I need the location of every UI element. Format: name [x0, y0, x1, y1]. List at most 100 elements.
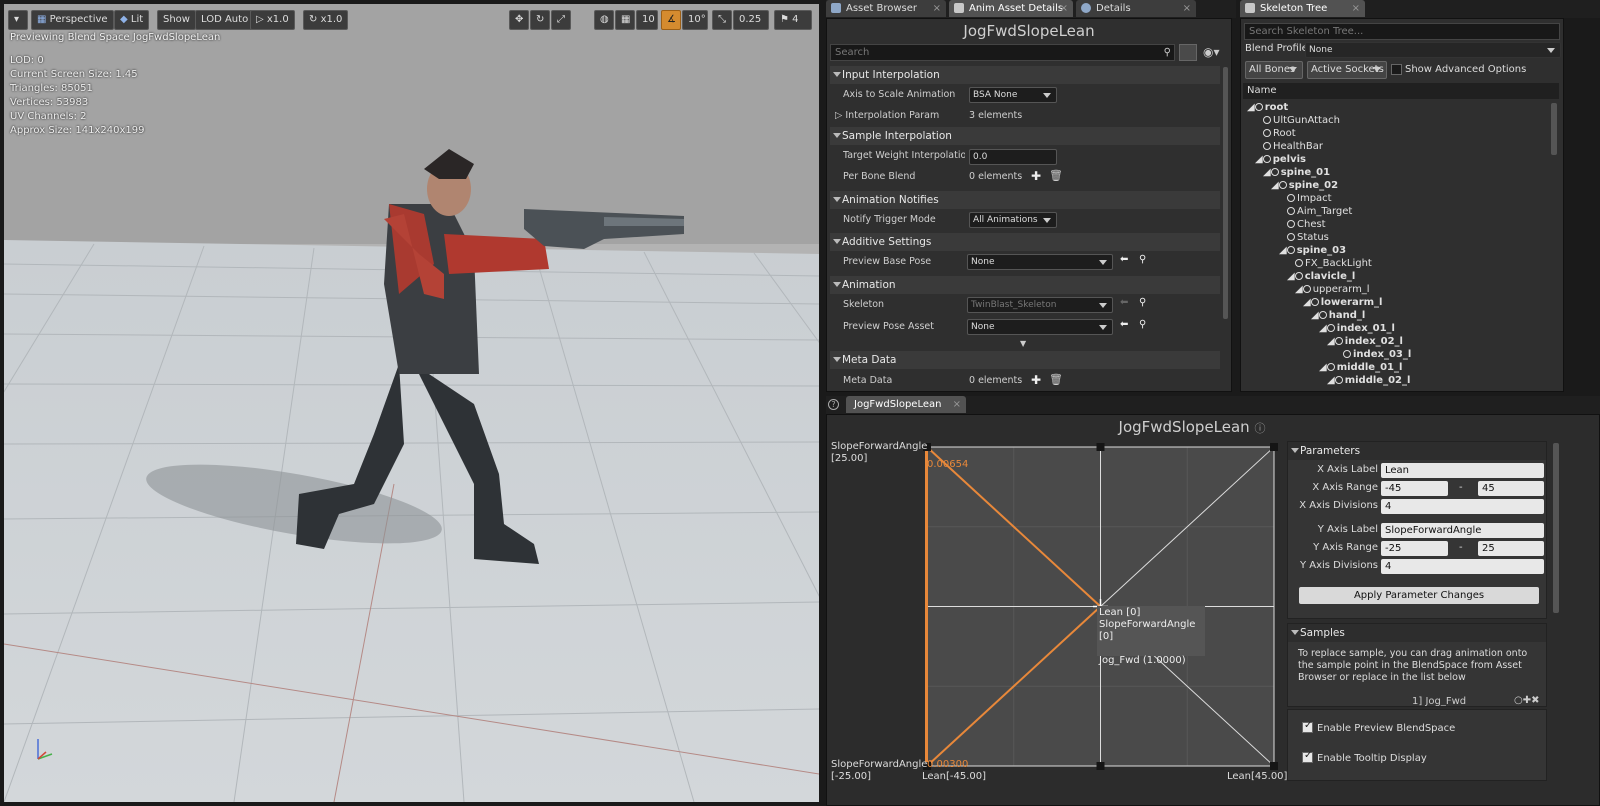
- notify-trigger-dropdown[interactable]: All Animations: [969, 212, 1057, 228]
- y-range-max-input[interactable]: 25: [1478, 541, 1544, 556]
- tree-item-bone[interactable]: ◢ spine_02: [1271, 179, 1338, 192]
- tree-item-bone[interactable]: ◢ lowerarm_l: [1303, 296, 1382, 309]
- rotation-snap-value[interactable]: 10°: [682, 10, 708, 30]
- rotation-snap-icon[interactable]: ∡: [661, 10, 681, 30]
- target-weight-input[interactable]: 0.0: [969, 149, 1057, 165]
- tree-item-bone[interactable]: ◢ spine_03: [1279, 244, 1346, 257]
- help-icon[interactable]: ?: [828, 399, 839, 410]
- grid-snap-icon[interactable]: ▦: [615, 10, 635, 30]
- browse-icon[interactable]: ⚲: [1139, 297, 1146, 308]
- property-matrix-icon[interactable]: [1179, 44, 1197, 61]
- parameters-header[interactable]: Parameters: [1288, 442, 1546, 460]
- preview-base-pose-dropdown[interactable]: None: [967, 254, 1113, 270]
- apply-parameter-changes-button[interactable]: Apply Parameter Changes: [1299, 587, 1539, 604]
- tree-item-bone[interactable]: ◢ index_02_l: [1327, 335, 1403, 348]
- close-icon[interactable]: ×: [1060, 0, 1068, 17]
- y-range-min-input[interactable]: -25: [1381, 541, 1448, 556]
- tree-item-root[interactable]: ◢ root: [1247, 101, 1288, 114]
- scale-snap-icon[interactable]: ⤡: [712, 10, 732, 30]
- name-column-header[interactable]: Name: [1243, 83, 1559, 99]
- close-icon[interactable]: ×: [933, 0, 941, 17]
- trash-icon[interactable]: 🗑: [1049, 169, 1063, 182]
- use-selected-icon[interactable]: ⬅: [1120, 254, 1128, 265]
- skeleton-search-input[interactable]: Search Skeleton Tree...: [1244, 23, 1560, 40]
- tree-item-socket[interactable]: Impact: [1287, 192, 1332, 205]
- tree-item-bone[interactable]: ◢ pelvis: [1255, 153, 1306, 166]
- blendspace-sidebar-scrollbar[interactable]: [1553, 443, 1559, 613]
- tree-item-bone[interactable]: index_03_l: [1343, 348, 1411, 361]
- use-selected-icon[interactable]: ⬅: [1120, 319, 1128, 330]
- tree-item-bone[interactable]: ◢ clavicle_l: [1287, 270, 1355, 283]
- add-icon[interactable]: ✚: [1031, 373, 1041, 387]
- scale-mode-icon[interactable]: ⤢: [551, 10, 571, 30]
- playback-speed-button[interactable]: ▷ x1.0: [250, 10, 295, 30]
- scale-snap-value[interactable]: 0.25: [733, 10, 769, 30]
- viewport-options-button[interactable]: ▾: [8, 10, 28, 30]
- help-icon[interactable]: ⓘ: [1254, 422, 1265, 435]
- sample-actions-icon[interactable]: ○✚✖: [1514, 695, 1539, 706]
- enable-tooltip-checkbox[interactable]: [1302, 750, 1313, 763]
- category-sample-interpolation[interactable]: Sample Interpolation: [830, 127, 1220, 145]
- tree-item-bone[interactable]: ◢ spine_01: [1263, 166, 1330, 179]
- lod-button[interactable]: LOD Auto: [195, 10, 255, 30]
- tree-item-socket[interactable]: HealthBar: [1263, 140, 1323, 153]
- tree-item-socket[interactable]: FX_BackLight: [1295, 257, 1372, 270]
- tree-item-bone[interactable]: ◢ upperarm_l: [1295, 283, 1370, 296]
- browse-icon[interactable]: ⚲: [1139, 254, 1146, 265]
- close-icon[interactable]: ×: [953, 396, 961, 413]
- tree-item-socket[interactable]: Chest: [1287, 218, 1326, 231]
- tab-blendspace[interactable]: JogFwdSlopeLean ×: [846, 396, 966, 413]
- trash-icon[interactable]: 🗑: [1049, 373, 1063, 386]
- browse-icon[interactable]: ⚲: [1139, 319, 1146, 330]
- x-range-min-input[interactable]: -45: [1381, 481, 1448, 496]
- category-animation-notifies[interactable]: Animation Notifies: [830, 191, 1220, 209]
- tree-item-socket[interactable]: Aim_Target: [1287, 205, 1352, 218]
- expand-arrow-icon[interactable]: ▷: [835, 110, 845, 121]
- skeleton-scrollbar[interactable]: [1551, 103, 1557, 155]
- sample-item[interactable]: 1] Jog_Fwd: [1412, 696, 1466, 706]
- translate-mode-icon[interactable]: ✥: [509, 10, 529, 30]
- close-icon[interactable]: ×: [1183, 0, 1191, 17]
- category-animation[interactable]: Animation: [830, 276, 1220, 294]
- expand-more-icon[interactable]: ▼: [1020, 339, 1026, 348]
- tree-item-bone[interactable]: ◢ middle_02_l: [1327, 374, 1410, 387]
- active-sockets-dropdown[interactable]: Active Sockets: [1307, 61, 1387, 79]
- tree-item-bone[interactable]: ◢ hand_l: [1311, 309, 1365, 322]
- grid-snap-value[interactable]: 10: [636, 10, 658, 30]
- add-icon[interactable]: ✚: [1031, 169, 1041, 183]
- details-scrollbar[interactable]: [1223, 67, 1228, 319]
- enable-preview-checkbox[interactable]: [1302, 720, 1313, 733]
- y-axis-label-input[interactable]: SlopeForwardAngle: [1381, 523, 1544, 538]
- perspective-button[interactable]: ▦ Perspective: [31, 10, 114, 30]
- tree-item-bone[interactable]: ◢ middle_01_l: [1319, 361, 1402, 374]
- show-button[interactable]: Show: [157, 10, 196, 30]
- rotate-mode-icon[interactable]: ↻: [530, 10, 550, 30]
- axis-to-scale-dropdown[interactable]: BSA None: [969, 87, 1057, 103]
- tree-item-bone[interactable]: ◢ index_01_l: [1319, 322, 1395, 335]
- close-icon[interactable]: ×: [1352, 0, 1360, 17]
- preview-pose-asset-dropdown[interactable]: None: [967, 319, 1113, 335]
- x-axis-label-input[interactable]: Lean: [1381, 463, 1544, 478]
- tree-item-socket[interactable]: Root: [1263, 127, 1296, 140]
- turntable-speed-button[interactable]: ↻ x1.0: [303, 10, 349, 30]
- blendspace-grid[interactable]: [827, 441, 1287, 791]
- x-divisions-input[interactable]: 4: [1381, 499, 1544, 514]
- tab-asset-browser[interactable]: Asset Browser ×: [826, 0, 946, 17]
- camera-speed-button[interactable]: ⚑ 4: [774, 10, 812, 30]
- show-advanced-checkbox[interactable]: [1391, 64, 1402, 75]
- details-search-input[interactable]: Search ⚲: [830, 44, 1175, 61]
- preview-viewport[interactable]: ▾ ▦ Perspective ◆ Lit Show LOD Auto ▷ x1…: [4, 4, 819, 802]
- tree-item-socket[interactable]: Status: [1287, 231, 1329, 244]
- category-meta-data[interactable]: Meta Data: [830, 351, 1220, 369]
- lit-button[interactable]: ◆ Lit: [114, 10, 150, 30]
- blend-profile-dropdown[interactable]: None: [1305, 42, 1561, 58]
- all-bones-dropdown[interactable]: All Bones: [1245, 61, 1303, 79]
- tab-details[interactable]: Details ×: [1076, 0, 1196, 17]
- category-input-interpolation[interactable]: Input Interpolation: [830, 66, 1220, 84]
- world-local-icon[interactable]: ◍: [594, 10, 614, 30]
- eye-icon[interactable]: ◉▾: [1203, 45, 1220, 59]
- tab-skeleton-tree[interactable]: Skeleton Tree ×: [1240, 0, 1365, 17]
- tab-anim-asset-details[interactable]: Anim Asset Details ×: [949, 0, 1073, 17]
- y-divisions-input[interactable]: 4: [1381, 559, 1544, 574]
- tree-item-socket[interactable]: UltGunAttach: [1263, 114, 1340, 127]
